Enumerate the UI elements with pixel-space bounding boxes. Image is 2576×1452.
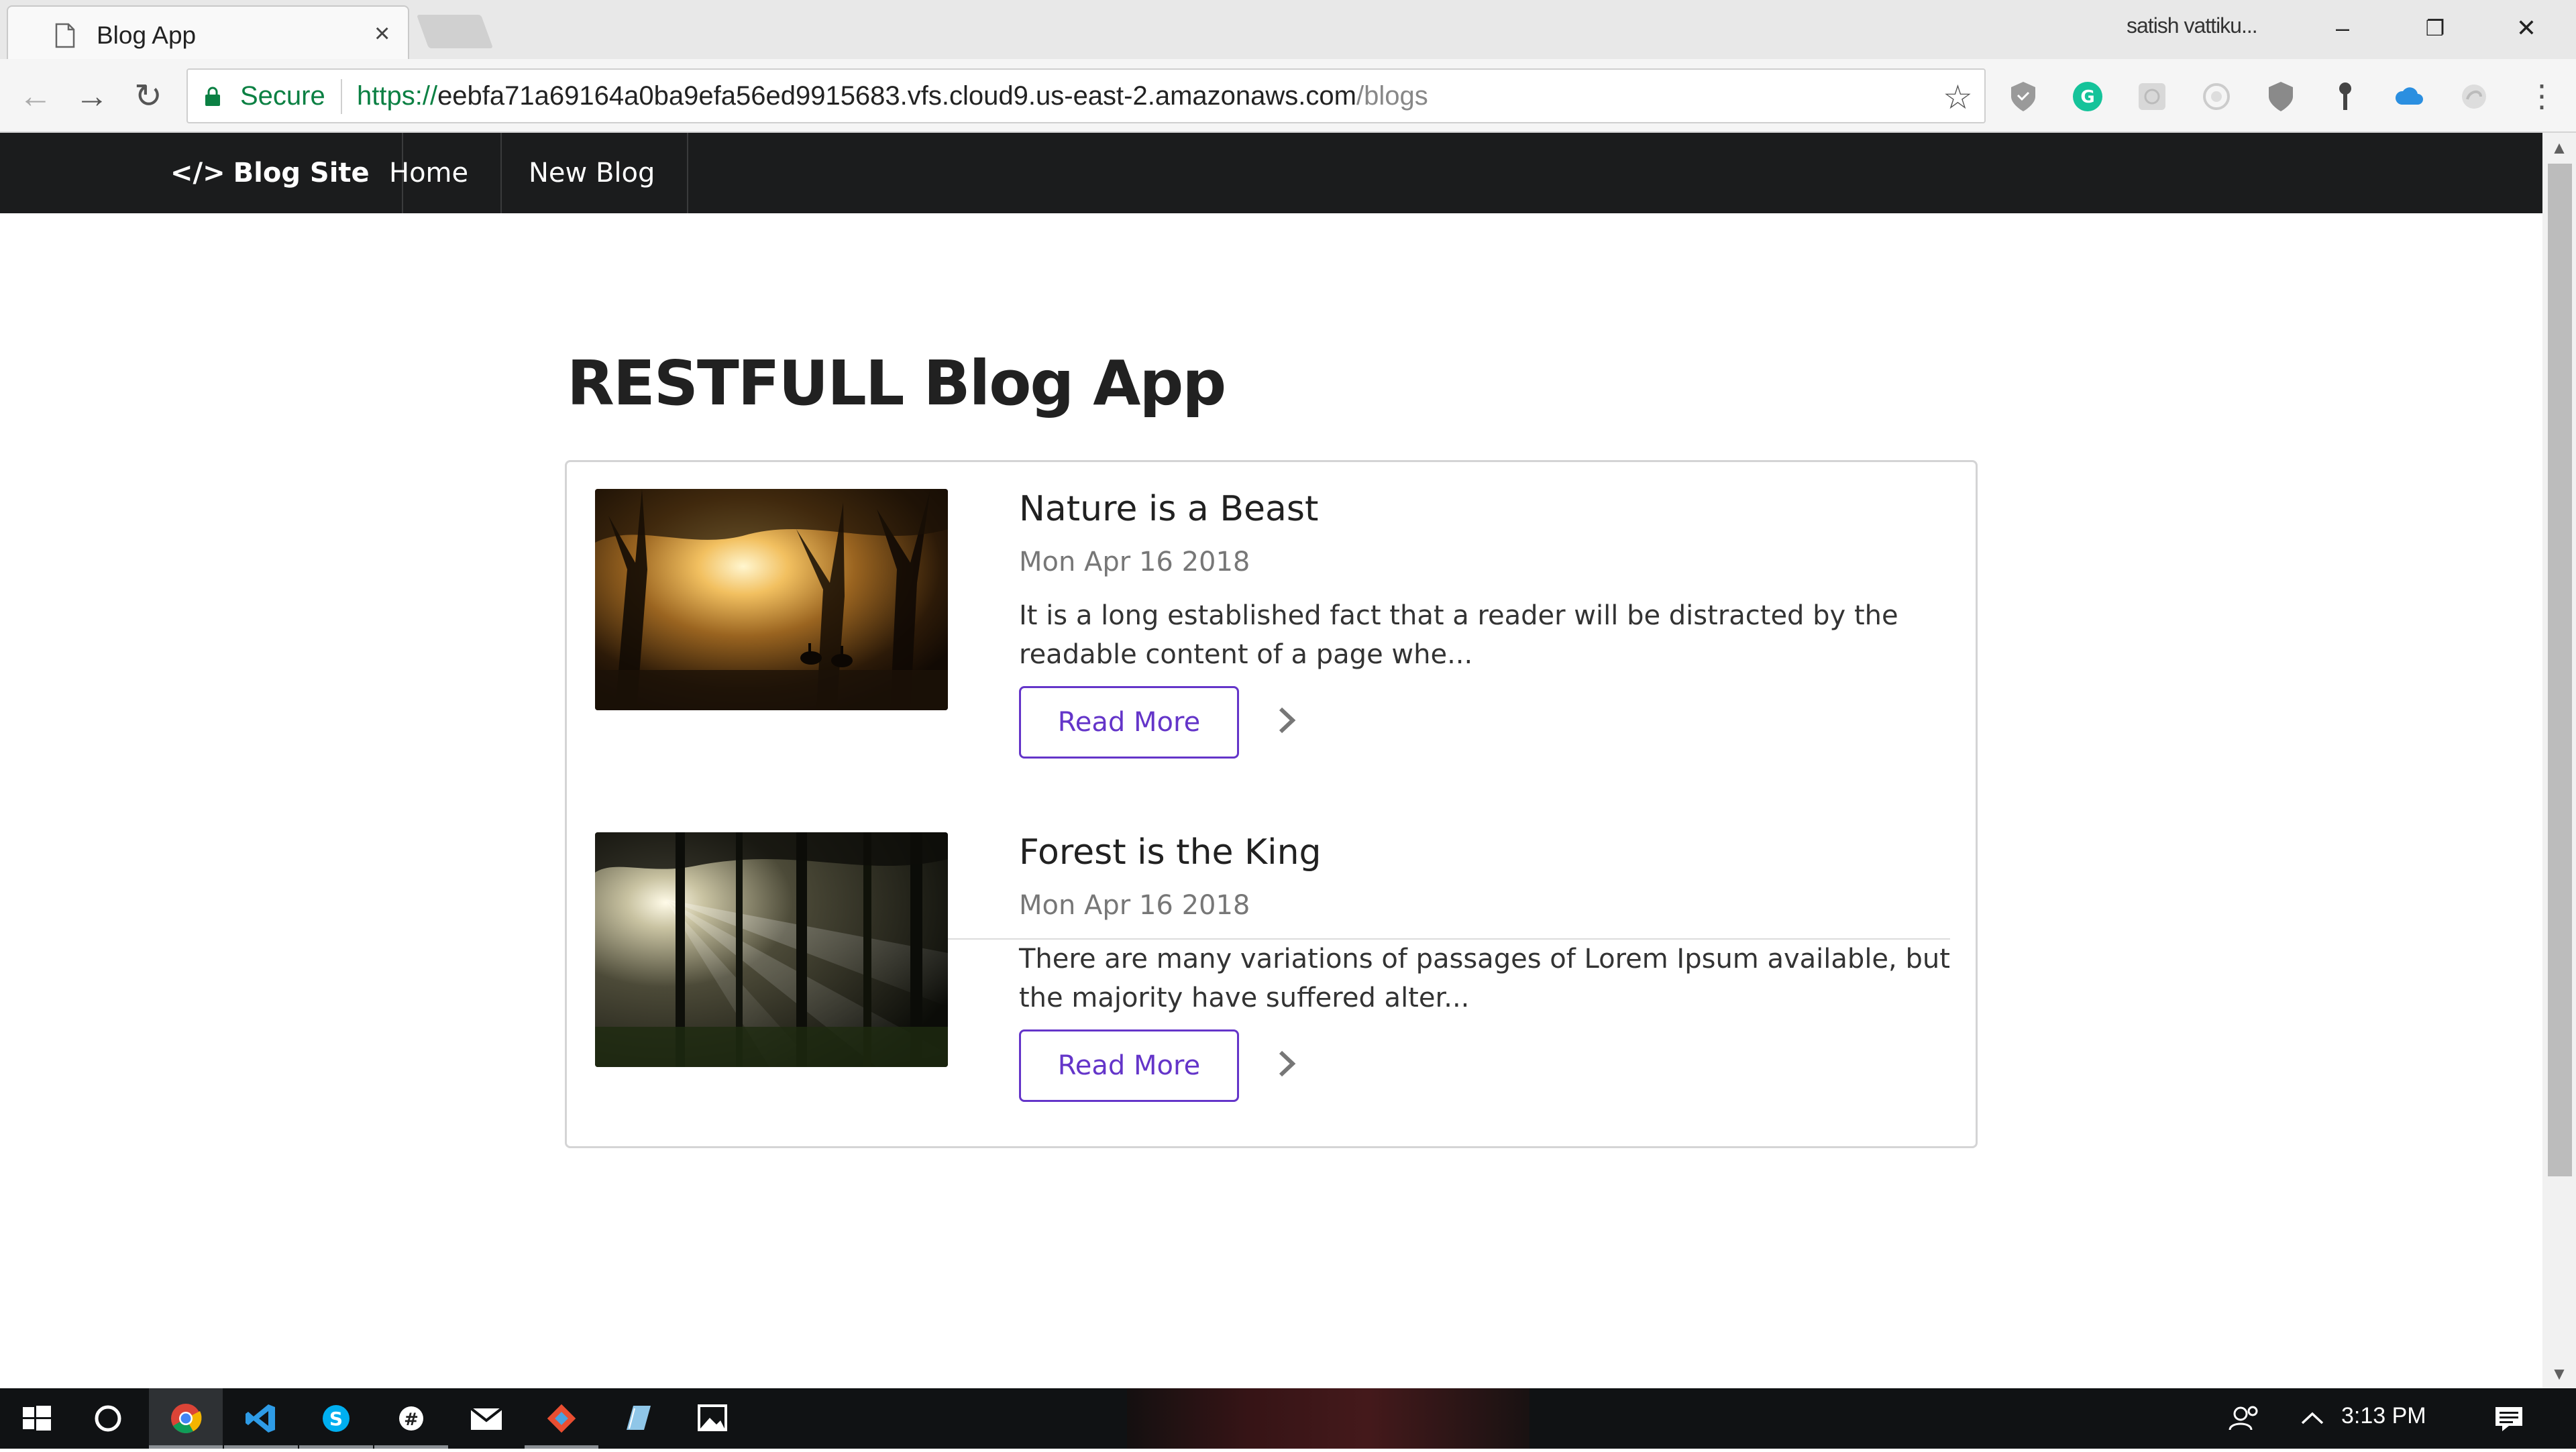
action-center-icon[interactable] [2471, 1388, 2545, 1449]
clock-time[interactable]: 3:13 PM [2341, 1403, 2426, 1429]
svg-text:S: S [329, 1408, 343, 1430]
blog-list: Nature is a Beast Mon Apr 16 2018 It is … [565, 460, 1978, 1148]
windows-taskbar: S # 3:13 PM [0, 1388, 2576, 1449]
chrome-icon[interactable] [149, 1388, 223, 1449]
blog-item: Forest is the King Mon Apr 16 2018 There… [595, 805, 1950, 1121]
url-path: /blogs [1356, 81, 1428, 111]
minimize-icon[interactable]: – [2316, 9, 2369, 47]
page-viewport: </> Blog Site Home New Blog RESTFULL Blog… [0, 133, 2542, 1388]
blog-date: Mon Apr 16 2018 [1019, 890, 1250, 921]
photos-icon[interactable] [675, 1388, 749, 1449]
nav-new-blog[interactable]: New Blog [496, 133, 689, 213]
profile-name[interactable]: satish vattiku... [2127, 13, 2258, 38]
extension-swirl-icon[interactable] [2457, 79, 2491, 114]
secure-label: Secure [240, 81, 325, 111]
lock-icon [205, 87, 220, 106]
svg-text:G: G [2080, 87, 2094, 107]
key-icon[interactable] [2328, 79, 2363, 114]
page-title: RESTFULL Blog App [567, 347, 1226, 419]
blog-title[interactable]: Forest is the King [1019, 832, 1322, 873]
browser-toolbar: ← → ↻ Secure https://eebfa71a69164a0ba9e… [0, 59, 2576, 133]
skype-logo-icon: S [323, 1405, 350, 1432]
vscode-icon[interactable] [224, 1388, 298, 1449]
blog-date: Mon Apr 16 2018 [1019, 547, 1250, 577]
git-logo-icon [547, 1404, 576, 1433]
reload-icon[interactable]: ↻ [129, 76, 168, 115]
blog-image-forest-rays[interactable] [595, 832, 948, 1067]
extension-gray-icon[interactable] [2135, 79, 2169, 114]
notepad-icon[interactable] [600, 1388, 674, 1449]
address-separator [341, 79, 342, 114]
close-window-icon[interactable]: ✕ [2500, 9, 2553, 47]
bookmark-star-icon[interactable]: ☆ [1943, 78, 1973, 117]
git-icon[interactable] [525, 1388, 598, 1449]
forward-icon[interactable]: → [72, 76, 111, 115]
active-indicator [525, 1445, 598, 1449]
people-icon[interactable] [2207, 1388, 2281, 1449]
cortana-icon[interactable] [74, 1388, 148, 1449]
active-indicator [224, 1445, 298, 1449]
slack-logo-icon: # [399, 1406, 423, 1431]
skype-icon[interactable]: S [299, 1388, 373, 1449]
site-navbar: </> Blog Site Home New Blog [0, 133, 2542, 213]
svg-text:#: # [404, 1410, 419, 1430]
chevron-right-icon[interactable] [1266, 1040, 1306, 1087]
blog-excerpt: There are many variations of passages of… [1019, 944, 1950, 1013]
scroll-down-icon[interactable]: ▼ [2542, 1360, 2576, 1387]
blog-item: Nature is a Beast Mon Apr 16 2018 It is … [595, 462, 1950, 777]
slack-icon[interactable]: # [374, 1388, 448, 1449]
restore-icon[interactable]: ❐ [2408, 9, 2462, 47]
blog-excerpt: It is a long established fact that a rea… [1019, 600, 1898, 670]
brand-label: Blog Site [233, 158, 370, 188]
active-indicator [299, 1445, 373, 1449]
read-more-button[interactable]: Read More [1019, 686, 1239, 759]
cloud-icon[interactable] [2392, 79, 2427, 114]
blog-image-sunlit-forest[interactable] [595, 489, 948, 710]
tab-blog-app[interactable]: Blog App × [7, 5, 409, 59]
new-tab-button[interactable] [416, 15, 494, 48]
grammarly-icon[interactable]: G [2070, 79, 2105, 114]
page-scrollbar[interactable]: ▲ ▼ [2542, 133, 2576, 1388]
shield-gray-icon[interactable] [2263, 79, 2298, 114]
nav-home[interactable]: Home [357, 133, 502, 213]
wallpaper-strip [1127, 1388, 1529, 1449]
document-icon [55, 23, 75, 48]
vscode-logo-icon [246, 1404, 275, 1433]
tab-title: Blog App [97, 21, 197, 49]
shield-icon[interactable] [2006, 79, 2041, 114]
read-more-button[interactable]: Read More [1019, 1029, 1239, 1102]
scroll-up-icon[interactable]: ▲ [2542, 134, 2576, 161]
scroll-thumb[interactable] [2548, 164, 2572, 1176]
tab-close-icon[interactable]: × [374, 19, 390, 48]
active-indicator [149, 1445, 223, 1449]
chrome-logo-icon [171, 1404, 202, 1433]
url-text[interactable]: https://eebfa71a69164a0ba9efa56ed9915683… [357, 81, 1428, 111]
url-host: eebfa71a69164a0ba9efa56ed9915683.vfs.clo… [437, 81, 1356, 111]
active-indicator [374, 1445, 448, 1449]
address-bar[interactable]: Secure https://eebfa71a69164a0ba9efa56ed… [186, 68, 1986, 123]
back-icon[interactable]: ← [16, 76, 55, 115]
url-scheme: https:// [357, 81, 438, 111]
extension-circle-icon[interactable] [2199, 79, 2234, 114]
browser-tabstrip: Blog App × satish vattiku... – ❐ ✕ [0, 0, 2576, 59]
code-icon: </> [170, 158, 225, 188]
chrome-menu-icon[interactable]: ⋮ [2522, 76, 2561, 115]
show-hidden-icons-chevron-icon[interactable] [2275, 1388, 2349, 1449]
mail-icon[interactable] [449, 1388, 523, 1449]
chevron-right-icon[interactable] [1266, 697, 1306, 744]
blog-title[interactable]: Nature is a Beast [1019, 489, 1318, 529]
windows-start-icon[interactable] [0, 1388, 74, 1449]
